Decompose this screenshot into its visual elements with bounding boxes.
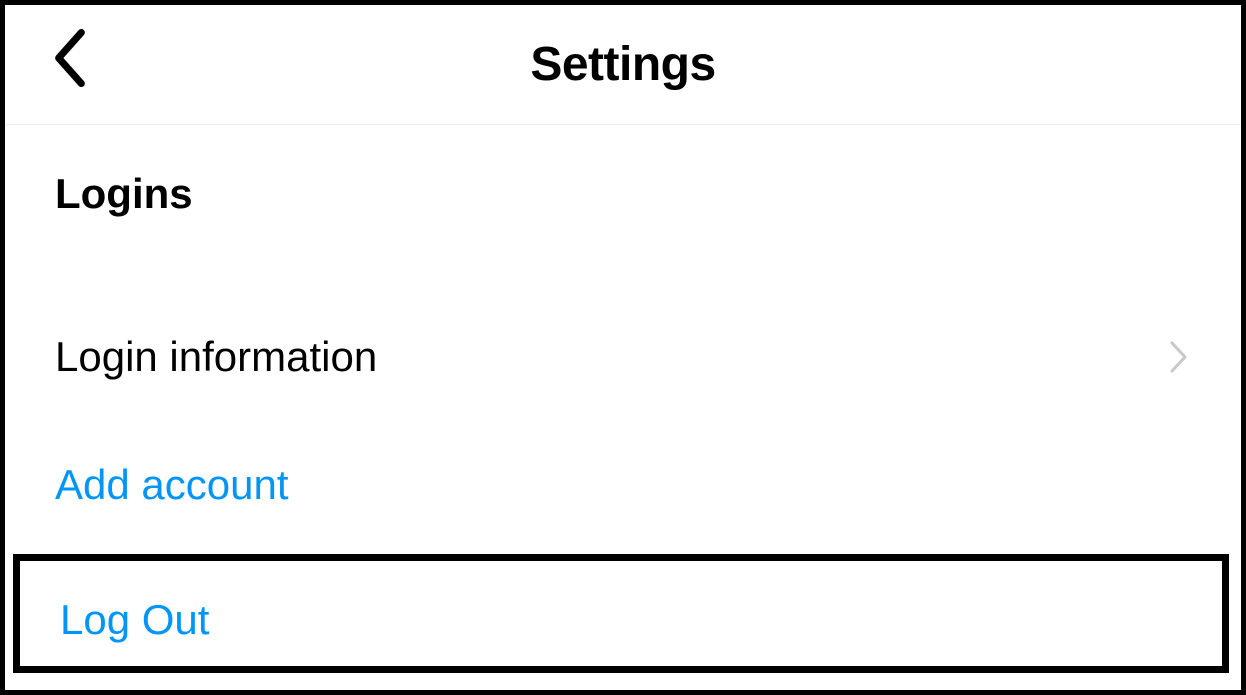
section-title-logins: Logins	[5, 125, 1241, 218]
log-out-item[interactable]: Log Out	[13, 554, 1229, 673]
page-title: Settings	[530, 37, 715, 92]
chevron-left-icon	[53, 29, 87, 92]
back-button[interactable]	[45, 30, 95, 90]
chevron-right-icon	[1167, 337, 1191, 377]
header: Settings	[5, 5, 1241, 125]
login-information-item[interactable]: Login information	[5, 283, 1241, 411]
content: Logins Login information Add account Log…	[5, 125, 1241, 690]
add-account-label: Add account	[55, 461, 289, 509]
login-information-label: Login information	[55, 333, 377, 381]
add-account-item[interactable]: Add account	[5, 411, 1241, 539]
log-out-label: Log Out	[60, 596, 209, 643]
